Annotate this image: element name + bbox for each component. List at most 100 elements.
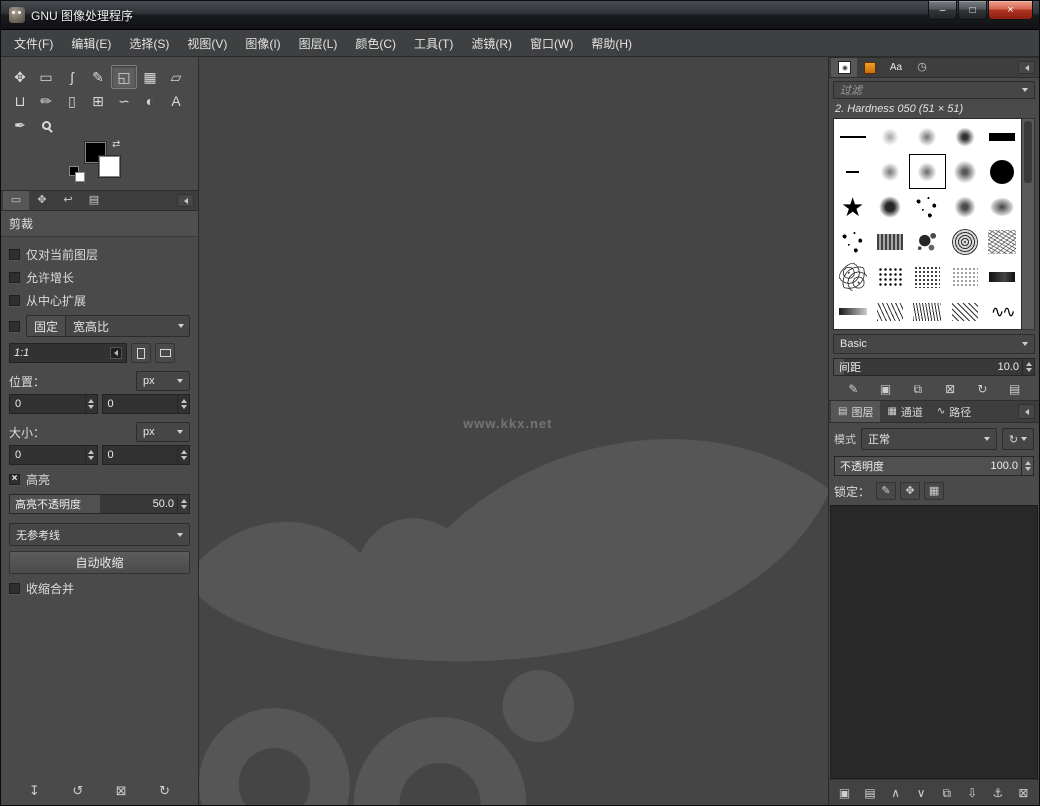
tool-options-menu-button[interactable] (177, 194, 194, 207)
guides-combo[interactable]: 无参考线 (9, 523, 190, 546)
raise-layer-button[interactable]: ∧ (886, 783, 906, 803)
portrait-button[interactable] (131, 343, 151, 363)
smudge-tool[interactable]: ∽ (111, 89, 137, 113)
brush-item[interactable] (834, 154, 871, 189)
position-y-spin[interactable]: 0 (101, 394, 190, 414)
minimize-button[interactable]: – (928, 1, 957, 20)
brush-item[interactable] (946, 224, 983, 259)
tab-paths[interactable]: ∿ 路径 (930, 401, 978, 422)
pencil-tool[interactable]: ✏ (33, 89, 59, 113)
title-bar[interactable]: GNU 图像处理程序 – □ × (1, 1, 1039, 30)
swap-colors-icon[interactable]: ⇄ (112, 139, 120, 150)
delete-brush-button[interactable]: ⊠ (940, 379, 960, 399)
brush-item[interactable] (984, 189, 1021, 224)
tab-fonts[interactable]: Aa (883, 58, 909, 77)
ratio-history-icon[interactable] (110, 347, 122, 359)
spinner-buttons[interactable] (177, 395, 189, 413)
eraser-tool[interactable]: ▯ (59, 89, 85, 113)
brush-item[interactable] (871, 119, 908, 154)
brush-item[interactable] (871, 154, 908, 189)
tab-channels[interactable]: ▦ 通道 (880, 401, 929, 422)
lock-position-button[interactable]: ✥ (900, 482, 921, 500)
tab-brushes[interactable] (831, 58, 857, 77)
spinner-buttons[interactable] (1021, 457, 1033, 475)
lock-alpha-button[interactable]: ▦ (924, 482, 945, 500)
color-picker-tool[interactable]: ✒ (7, 113, 33, 137)
text-tool[interactable]: A (163, 89, 189, 113)
spinner-buttons[interactable] (84, 395, 97, 413)
new-layer-button[interactable]: ▣ (835, 783, 855, 803)
checkbox[interactable] (9, 295, 20, 306)
brush-spacing-slider[interactable]: 间距 10.0 (833, 357, 1035, 376)
rectangle-select-tool[interactable]: ▭ (33, 65, 59, 89)
brush-item[interactable] (834, 189, 871, 224)
brush-item[interactable] (871, 259, 908, 294)
brush-group-combo[interactable]: Basic (833, 334, 1035, 354)
spinner-buttons[interactable] (1022, 358, 1034, 375)
edit-brush-button[interactable]: ✎ (843, 379, 863, 399)
bucket-fill-tool[interactable]: ⊔ (7, 89, 33, 113)
size-y-spin[interactable]: 0 (101, 445, 190, 465)
lower-layer-button[interactable]: ∨ (911, 783, 931, 803)
brushes-menu-button[interactable] (1018, 61, 1035, 74)
brush-item[interactable] (909, 119, 946, 154)
option-expand-from-center[interactable]: 从中心扩展 (9, 292, 190, 309)
brush-item[interactable] (834, 259, 871, 294)
menu-item-5[interactable]: 图层(L) (290, 30, 347, 57)
move-tool[interactable]: ✥ (7, 65, 33, 89)
menu-item-1[interactable]: 编辑(E) (62, 30, 120, 57)
menu-item-10[interactable]: 帮助(H) (582, 30, 641, 57)
option-shrink-merged[interactable]: 收缩合并 (9, 580, 190, 597)
merge-down-button[interactable]: ⇩ (962, 783, 982, 803)
crop-tool[interactable]: ◱ (111, 65, 137, 89)
highlight-opacity-slider[interactable]: 高亮不透明度 50.0 (9, 494, 190, 514)
layer-mode-combo[interactable]: 正常 (861, 428, 997, 450)
brush-item[interactable] (946, 154, 983, 189)
free-select-tool[interactable]: ʃ (59, 65, 85, 89)
brush-item[interactable] (909, 294, 946, 329)
tab-layers[interactable]: ▤ 图层 (831, 401, 881, 422)
refresh-brushes-button[interactable]: ↻ (972, 379, 992, 399)
delete-tool-preset-button[interactable]: ⊠ (111, 780, 131, 800)
tab-patterns[interactable] (857, 58, 883, 77)
position-unit-combo[interactable]: px (136, 371, 190, 391)
checkbox[interactable] (9, 583, 20, 594)
spinner-buttons[interactable] (84, 446, 97, 464)
close-button[interactable]: × (988, 1, 1033, 20)
brush-item[interactable] (946, 189, 983, 224)
checkbox[interactable] (9, 249, 20, 260)
brush-item[interactable] (909, 224, 946, 259)
brush-item[interactable] (946, 119, 983, 154)
layer-list[interactable] (830, 505, 1038, 779)
open-brush-as-image-button[interactable]: ▤ (1005, 379, 1025, 399)
brush-item[interactable] (834, 294, 871, 329)
brush-item[interactable] (834, 119, 871, 154)
paths-tool[interactable]: ✎ (85, 65, 111, 89)
maximize-button[interactable]: □ (958, 1, 987, 20)
spinner-buttons[interactable] (177, 446, 189, 464)
brush-item[interactable] (946, 294, 983, 329)
auto-shrink-button[interactable]: 自动收缩 (9, 551, 190, 574)
highlight-checkbox[interactable] (9, 474, 20, 485)
layer-opacity-slider[interactable]: 不透明度 100.0 (834, 456, 1034, 476)
reset-tool-options-button[interactable]: ↻ (155, 780, 175, 800)
brush-item[interactable] (984, 259, 1021, 294)
dodge-burn-tool[interactable]: ◐ (137, 89, 163, 113)
position-x-spin[interactable]: 0 (9, 394, 98, 414)
brush-item[interactable] (984, 224, 1021, 259)
brush-item[interactable] (984, 294, 1021, 329)
new-layer-group-button[interactable]: ▤ (860, 783, 880, 803)
duplicate-layer-button[interactable]: ⧉ (937, 783, 957, 803)
option-allow-growing[interactable]: 允许增长 (9, 269, 190, 286)
save-tool-preset-button[interactable]: ↧ (24, 780, 44, 800)
default-colors-icon[interactable] (69, 166, 85, 182)
restore-tool-preset-button[interactable]: ↺ (68, 780, 88, 800)
menu-item-4[interactable]: 图像(I) (236, 30, 289, 57)
size-unit-combo[interactable]: px (136, 422, 190, 442)
background-color-swatch[interactable] (99, 156, 120, 177)
tab-undo-history[interactable]: ↩ (55, 191, 81, 210)
brush-item[interactable] (909, 189, 946, 224)
menu-item-7[interactable]: 工具(T) (405, 30, 462, 57)
lock-pixels-button[interactable]: ✎ (876, 482, 897, 500)
menu-item-0[interactable]: 文件(F) (5, 30, 62, 57)
